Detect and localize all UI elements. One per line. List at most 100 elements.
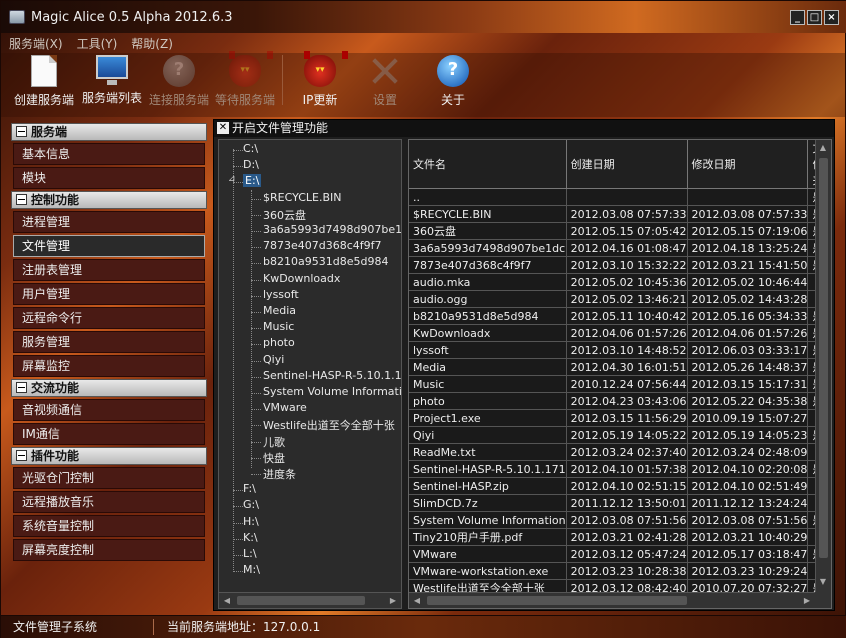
tree-node[interactable]: C:\: [243, 142, 258, 155]
table-row[interactable]: $RECYCLE.BIN 2012.03.08 07:57:33 2012.03.0…: [409, 205, 831, 223]
table-row[interactable]: lyssoft 2012.03.10 14:48:52 2012.06.03 03:…: [409, 341, 831, 359]
tree-node[interactable]: 快盘: [263, 450, 285, 466]
nav-item-file-manager[interactable]: 文件管理: [13, 235, 205, 257]
table-row[interactable]: SlimDCD.7z 2011.12.12 13:50:01 2011.12.12 …: [409, 494, 831, 512]
tree-node[interactable]: 进度条: [263, 466, 296, 482]
nav-item-process-manager[interactable]: 进程管理: [13, 211, 205, 233]
tree-node[interactable]: 儿歌: [263, 434, 285, 450]
file-list-vertical-scrollbar[interactable]: ▲ ▼: [815, 140, 831, 592]
tree-node[interactable]: b8210a9531d8e5d984: [263, 255, 388, 268]
tree-node[interactable]: F:\: [243, 482, 256, 495]
nav-item-user-manager[interactable]: 用户管理: [13, 283, 205, 305]
nav-group-communication[interactable]: 交流功能: [11, 379, 207, 397]
tree-node[interactable]: 3a6a5993d7498d907be1dc: [263, 223, 401, 236]
table-row[interactable]: photo 2012.04.23 03:43:06 2012.05.22 04:35…: [409, 392, 831, 410]
tree-node[interactable]: E:\: [243, 174, 262, 188]
close-panel-button[interactable]: ✕: [217, 122, 229, 134]
tree-node[interactable]: VMware: [263, 401, 307, 414]
scroll-down-icon[interactable]: ▼: [817, 576, 829, 588]
table-row[interactable]: ReadMe.txt 2012.03.24 02:37:40 2012.03.24 …: [409, 443, 831, 461]
menu-tools[interactable]: 工具(Y): [77, 35, 118, 52]
tree-node[interactable]: $RECYCLE.BIN: [263, 191, 341, 204]
tree-node[interactable]: Qiyi: [263, 353, 284, 366]
tree-node[interactable]: K:\: [243, 531, 258, 544]
tree-node[interactable]: 7873e407d368c4f9f7: [263, 239, 382, 252]
tree-node[interactable]: photo: [263, 336, 295, 349]
tree-node[interactable]: Music: [263, 320, 294, 333]
minimize-button[interactable]: _: [790, 10, 805, 25]
nav-item-remote-music[interactable]: 远程播放音乐: [13, 491, 205, 513]
about-button[interactable]: 关于: [425, 53, 481, 117]
scroll-right-icon[interactable]: ▶: [801, 595, 813, 607]
scroll-right-icon[interactable]: ▶: [387, 595, 399, 607]
server-list-button[interactable]: 服务端列表: [79, 53, 145, 117]
table-row[interactable]: Music 2010.12.24 07:56:44 2012.03.15 15:17…: [409, 375, 831, 393]
scroll-thumb[interactable]: [237, 596, 365, 605]
nav-item-brightness[interactable]: 屏幕亮度控制: [13, 539, 205, 561]
nav-item-volume[interactable]: 系统音量控制: [13, 515, 205, 537]
table-row[interactable]: b8210a9531d8e5d984 2012.05.11 10:40:42 201…: [409, 307, 831, 325]
table-row[interactable]: Media 2012.04.30 16:01:51 2012.05.26 14:48…: [409, 358, 831, 376]
nav-item-im[interactable]: IM通信: [13, 423, 205, 445]
table-row[interactable]: VMware-workstation.exe 2012.03.23 10:28:3…: [409, 562, 831, 580]
maximize-button[interactable]: □: [807, 10, 822, 25]
table-row[interactable]: Sentinel-HASP-R-5.10.1.171 2012.04.10 01:…: [409, 460, 831, 478]
nav-item-cd-tray[interactable]: 光驱仓门控制: [13, 467, 205, 489]
tree-node[interactable]: Sentinel-HASP-R-5.10.1.171: [263, 369, 401, 382]
tree-node[interactable]: System Volume Information: [263, 385, 401, 398]
table-row[interactable]: Qiyi 2012.05.19 14:05:22 2012.05.19 14:05:…: [409, 426, 831, 444]
close-button[interactable]: ×: [824, 10, 839, 25]
nav-item-basic-info[interactable]: 基本信息: [13, 143, 205, 165]
column-header[interactable]: 文件名: [409, 140, 567, 189]
table-row[interactable]: Sentinel-HASP.zip 2012.04.10 02:51:15 2012…: [409, 477, 831, 495]
table-row[interactable]: System Volume Information 2012.03.08 07:5…: [409, 511, 831, 529]
tree-node[interactable]: Media: [263, 304, 296, 317]
nav-group-plugins[interactable]: 插件功能: [11, 447, 207, 465]
table-row[interactable]: audio.mka 2012.05.02 10:45:36 2012.05.02 1…: [409, 273, 831, 291]
title-bar[interactable]: Magic Alice 0.5 Alpha 2012.6.3 _ □ ×: [1, 1, 846, 33]
tree-node[interactable]: G:\: [243, 498, 259, 511]
scroll-up-icon[interactable]: ▲: [817, 142, 829, 154]
tree-node[interactable]: lyssoft: [263, 288, 299, 301]
settings-button[interactable]: 设置: [357, 53, 413, 117]
table-row[interactable]: Tiny210用户手册.pdf 2012.03.21 02:41:28 2012.0…: [409, 528, 831, 546]
nav-item-modules[interactable]: 模块: [13, 167, 205, 189]
column-header[interactable]: 修改日期: [687, 140, 809, 189]
tree-horizontal-scrollbar[interactable]: ◀ ▶: [219, 592, 401, 608]
tree-node[interactable]: D:\: [243, 158, 259, 171]
table-row[interactable]: KwDownloadx 2012.04.06 01:57:26 2012.04.06…: [409, 324, 831, 342]
column-header[interactable]: 创建日期: [566, 140, 688, 189]
ip-update-button[interactable]: IP更新: [292, 51, 348, 117]
connect-server-button[interactable]: 连接服务端: [146, 53, 212, 117]
nav-item-service-manager[interactable]: 服务管理: [13, 331, 205, 353]
nav-item-registry-manager[interactable]: 注册表管理: [13, 259, 205, 281]
expand-icon[interactable]: ⊿: [228, 174, 236, 184]
scroll-thumb[interactable]: [427, 596, 687, 605]
tree-node[interactable]: M:\: [243, 563, 260, 576]
wait-server-button[interactable]: 等待服务端: [212, 51, 278, 117]
scroll-left-icon[interactable]: ◀: [221, 595, 233, 607]
nav-item-remote-shell[interactable]: 远程命令行: [13, 307, 205, 329]
menu-server[interactable]: 服务端(X): [9, 35, 63, 52]
menu-help[interactable]: 帮助(Z): [131, 35, 173, 52]
tree-node[interactable]: L:\: [243, 547, 257, 560]
nav-group-server[interactable]: 服务端: [11, 123, 207, 141]
nav-group-control[interactable]: 控制功能: [11, 191, 207, 209]
tree-node[interactable]: 360云盘: [263, 207, 306, 223]
tree-node[interactable]: H:\: [243, 515, 259, 528]
table-row[interactable]: ..是: [409, 188, 831, 206]
folder-tree[interactable]: C:\ D:\ ⊿ E:\ $RECYCLE.BIN 360云盘 3a6a5993d7498…: [218, 139, 402, 609]
nav-item-av-call[interactable]: 音视频通信: [13, 399, 205, 421]
table-row[interactable]: 7873e407d368c4f9f7 2012.03.10 15:32:22 201…: [409, 256, 831, 274]
tree-node[interactable]: KwDownloadx: [263, 272, 340, 285]
table-row[interactable]: 360云盘 2012.05.15 07:05:42 2012.05.15 07:19…: [409, 222, 831, 240]
file-list-horizontal-scrollbar[interactable]: ◀ ▶: [409, 592, 815, 608]
nav-item-screen-monitor[interactable]: 屏幕监控: [13, 355, 205, 377]
scroll-thumb[interactable]: [819, 158, 828, 558]
table-row[interactable]: 3a6a5993d7498d907be1dc 2012.04.16 01:08:4…: [409, 239, 831, 257]
scroll-left-icon[interactable]: ◀: [411, 595, 423, 607]
table-row[interactable]: VMware 2012.03.12 05:47:24 2012.05.17 03:1…: [409, 545, 831, 563]
tree-node[interactable]: Westlife出道至今全部十张: [263, 417, 395, 433]
table-row[interactable]: Project1.exe 2012.03.15 11:56:29 2010.09.1…: [409, 409, 831, 427]
create-server-button[interactable]: 创建服务端: [11, 53, 77, 117]
